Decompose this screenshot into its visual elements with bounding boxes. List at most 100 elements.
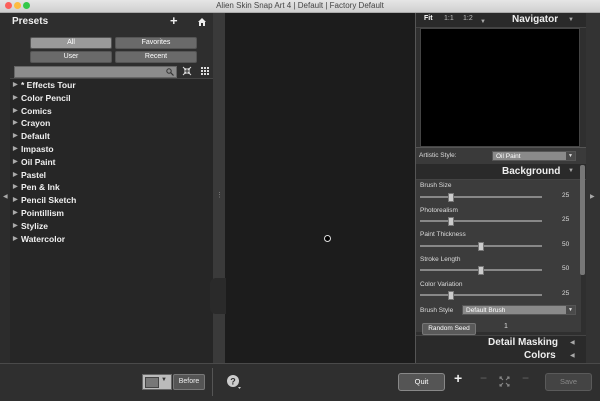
expand-arrow-icon[interactable]: ▶ xyxy=(13,117,18,130)
zoom-reset-icon[interactable]: − xyxy=(522,371,529,385)
preset-item[interactable]: ▶ Pointillism xyxy=(10,207,213,220)
preset-item[interactable]: ▶ Oil Paint xyxy=(10,156,213,169)
zoom-in-icon[interactable]: + xyxy=(454,370,462,386)
navigator-preview[interactable] xyxy=(420,28,580,147)
colors-expand-icon[interactable]: ◀ xyxy=(570,352,575,359)
color-variation-label: Color Variation xyxy=(420,281,463,288)
close-window-button[interactable] xyxy=(5,2,12,9)
split-view-select[interactable]: ▼ xyxy=(142,374,172,390)
expand-arrow-icon[interactable]: ▶ xyxy=(13,220,18,233)
background-controls: Brush Size 25 Photorealism 25 Paint Thic… xyxy=(416,180,581,332)
chevron-down-icon: ▼ xyxy=(161,377,167,383)
zoom-fit-button[interactable]: Fit xyxy=(424,15,433,22)
collapse-all-icon[interactable] xyxy=(182,66,192,76)
brush-size-label: Brush Size xyxy=(420,182,452,189)
help-icon[interactable]: ? xyxy=(226,374,241,389)
preset-list: ▶ * Effects Tour ▶ Color Pencil ▶ Comics ▶ C… xyxy=(10,78,213,364)
colors-header[interactable]: Colors ◀ xyxy=(416,349,586,364)
slider-thumb[interactable] xyxy=(478,266,484,275)
expand-arrow-icon[interactable]: ▶ xyxy=(13,105,18,118)
brush-style-select[interactable]: Default Brush ▼ xyxy=(462,305,576,315)
expand-arrow-icon[interactable]: ▶ xyxy=(13,130,18,143)
preset-item[interactable]: ▶ Watercolor xyxy=(10,233,213,246)
preset-item[interactable]: ▶ Crayon xyxy=(10,117,213,130)
expand-arrow-icon[interactable]: ▶ xyxy=(13,233,18,246)
search-icon xyxy=(166,68,174,76)
stroke-length-slider[interactable] xyxy=(420,266,542,275)
stroke-length-label: Stroke Length xyxy=(420,256,461,263)
preset-item[interactable]: ▶ Impasto xyxy=(10,143,213,156)
background-collapse-icon[interactable]: ▼ xyxy=(568,168,574,174)
paint-thickness-value: 50 xyxy=(562,241,570,248)
preset-item[interactable]: ▶ Pastel xyxy=(10,169,213,182)
expand-arrow-icon[interactable]: ▶ xyxy=(13,194,18,207)
preview-canvas[interactable] xyxy=(225,13,415,363)
stroke-length-value: 50 xyxy=(562,265,570,272)
bottom-toolbar: ▼ Before ? Quit + − − Save xyxy=(0,363,600,401)
preset-item[interactable]: ▶ Pencil Sketch xyxy=(10,194,213,207)
brush-style-label: Brush Style xyxy=(420,307,454,314)
preset-item[interactable]: ▶ Color Pencil xyxy=(10,92,213,105)
expand-arrow-icon[interactable]: ▶ xyxy=(13,79,18,92)
grip-icon: ⋮ xyxy=(216,192,223,199)
photorealism-value: 25 xyxy=(562,216,570,223)
filter-favorites-button[interactable]: Favorites xyxy=(115,37,197,49)
preset-item[interactable]: ▶ Default xyxy=(10,130,213,143)
paint-thickness-slider[interactable] xyxy=(420,242,542,251)
slider-thumb[interactable] xyxy=(447,193,454,202)
add-preset-icon[interactable]: + xyxy=(170,13,178,28)
zoom-window-button[interactable] xyxy=(23,2,30,9)
slider-thumb[interactable] xyxy=(478,242,484,251)
filter-all-button[interactable]: All xyxy=(30,37,112,49)
canvas-side-tab[interactable] xyxy=(210,278,226,314)
home-icon[interactable] xyxy=(197,17,207,27)
slider-thumb[interactable] xyxy=(447,217,454,226)
color-variation-slider[interactable] xyxy=(420,291,542,300)
toolbar-divider xyxy=(212,368,213,396)
zoom-dropdown-icon[interactable]: ▼ xyxy=(480,19,486,25)
zoom-out-icon[interactable]: − xyxy=(480,371,487,385)
expand-arrow-icon[interactable]: ▶ xyxy=(13,92,18,105)
right-panel-collapse-strip[interactable]: ▶ xyxy=(586,13,600,363)
presets-header: Presets + xyxy=(10,13,213,33)
preset-search-input[interactable] xyxy=(14,66,177,78)
chevron-down-icon: ▼ xyxy=(566,152,575,160)
svg-text:?: ? xyxy=(230,377,236,387)
detail-masking-expand-icon[interactable]: ◀ xyxy=(570,339,575,346)
grid-view-icon[interactable] xyxy=(200,66,210,76)
background-header[interactable]: Background ▼ xyxy=(416,164,586,180)
artistic-style-select[interactable]: Oil Paint ▼ xyxy=(492,151,576,161)
expand-arrow-icon[interactable]: ▶ xyxy=(13,181,18,194)
window-title: Alien Skin Snap Art 4 | Default | Factor… xyxy=(216,1,384,10)
preset-item[interactable]: ▶ Pen & Ink xyxy=(10,181,213,194)
photorealism-label: Photorealism xyxy=(420,207,458,214)
quit-button[interactable]: Quit xyxy=(398,373,445,391)
preset-item[interactable]: ▶ * Effects Tour xyxy=(10,79,213,92)
before-button[interactable]: Before xyxy=(173,374,205,390)
navigator-collapse-icon[interactable]: ▼ xyxy=(568,17,574,23)
detail-masking-title: Detail Masking xyxy=(488,337,559,348)
expand-arrow-icon[interactable]: ▶ xyxy=(13,143,18,156)
zoom-1-1-button[interactable]: 1:1 xyxy=(444,15,454,22)
preset-item[interactable]: ▶ Stylize xyxy=(10,220,213,233)
slider-thumb[interactable] xyxy=(447,291,454,300)
expand-arrow-icon[interactable]: ▶ xyxy=(13,207,18,220)
expand-arrow-icon[interactable]: ▶ xyxy=(13,169,18,182)
preset-item[interactable]: ▶ Comics xyxy=(10,105,213,118)
zoom-1-2-button[interactable]: 1:2 xyxy=(463,15,473,22)
filter-user-button[interactable]: User xyxy=(30,51,112,63)
settings-scrollbar[interactable] xyxy=(580,165,585,275)
save-button[interactable]: Save xyxy=(545,373,592,391)
expand-arrow-icon[interactable]: ▶ xyxy=(13,156,18,169)
minimize-window-button[interactable] xyxy=(14,2,21,9)
fit-to-window-icon[interactable] xyxy=(499,376,510,387)
random-seed-button[interactable]: Random Seed xyxy=(422,323,476,335)
photorealism-slider[interactable] xyxy=(420,217,542,226)
single-view-icon xyxy=(145,377,159,388)
focus-point-icon[interactable] xyxy=(324,235,331,242)
artistic-style-row: Artistic Style: Oil Paint ▼ xyxy=(416,147,586,165)
filter-recent-button[interactable]: Recent xyxy=(115,51,197,63)
settings-panel: Fit 1:1 1:2 ▼ Navigator ▼ Artistic Style… xyxy=(415,13,586,364)
brush-size-slider[interactable] xyxy=(420,193,542,202)
left-panel-collapse-strip[interactable]: ◀ xyxy=(0,13,10,363)
